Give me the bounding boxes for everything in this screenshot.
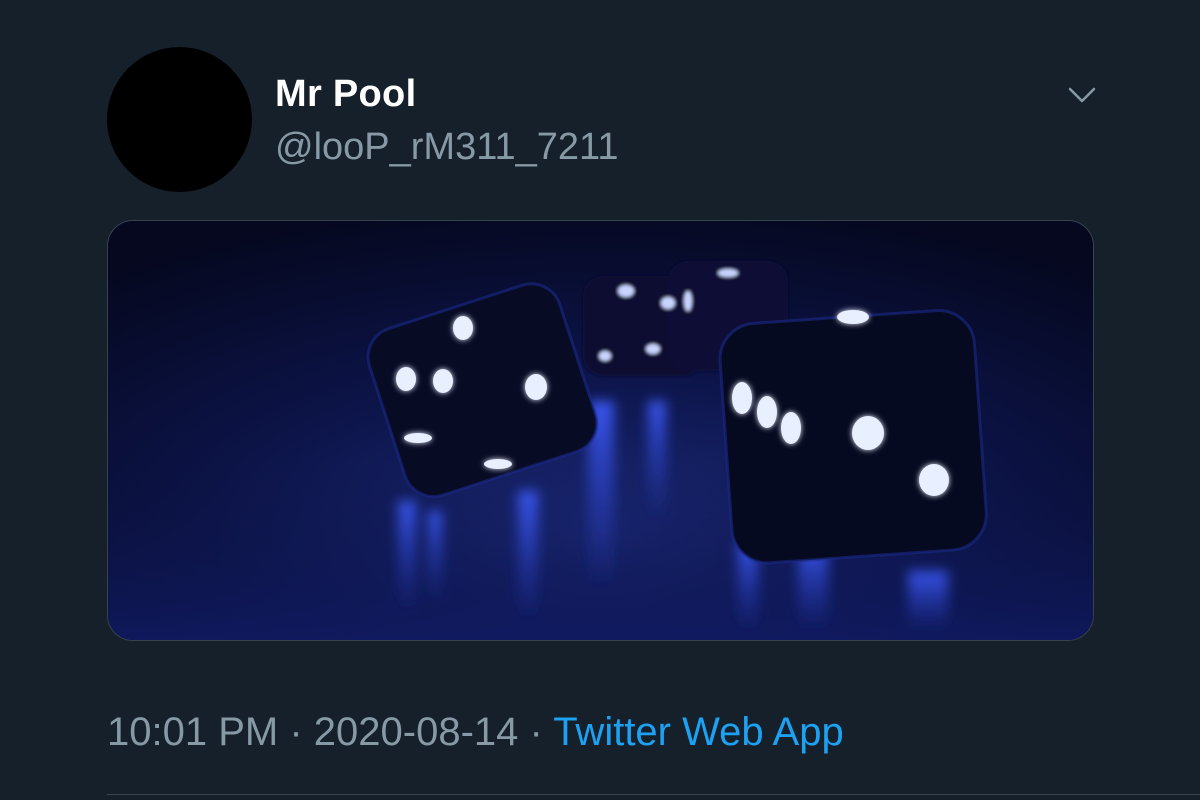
tweet-source-link[interactable]: Twitter Web App [553,710,844,754]
meta-separator: · [518,710,554,754]
tweet-card[interactable]: Mr Pool @looP_rM311_7211 10:01 PM · 2020… [0,0,1200,800]
tweet-menu-button[interactable] [1062,80,1102,110]
display-name[interactable]: Mr Pool [275,73,416,116]
chevron-down-icon [1068,87,1096,103]
tweet-media-image[interactable] [107,220,1094,641]
user-handle[interactable]: @looP_rM311_7211 [275,126,619,169]
divider [107,794,1200,795]
tweet-time[interactable]: 10:01 PM [107,710,278,754]
meta-separator: · [278,710,314,754]
dice-photo [108,221,1093,640]
avatar[interactable] [107,47,252,192]
tweet-date[interactable]: 2020-08-14 [314,710,519,754]
tweet-metadata: 10:01 PM · 2020-08-14 · Twitter Web App [107,710,844,755]
